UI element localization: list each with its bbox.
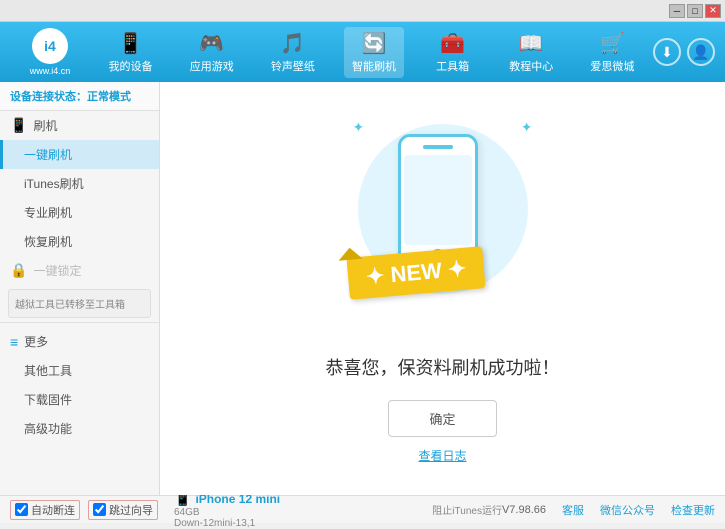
ringtone-icon: 🎵: [280, 31, 305, 56]
weidian-icon: 🛒: [600, 31, 625, 56]
status-label: 设备连接状态：: [10, 91, 87, 103]
sidebar: 设备连接状态：正常模式 📱 刷机 一键刷机 iTunes刷机 专业刷机 恢复刷机…: [0, 82, 160, 495]
nav-ringtone-wallpaper[interactable]: 🎵 铃声壁纸: [263, 27, 323, 78]
header: i4 www.i4.cn 📱 我的设备 🎮 应用游戏 🎵 铃声壁纸 🔄 智能刷机…: [0, 22, 725, 82]
phone-screen: [404, 155, 472, 245]
version-label: V7.98.66: [502, 504, 546, 516]
success-title: 恭喜您，保资料刷机成功啦！: [326, 354, 560, 380]
minimize-button[interactable]: ─: [669, 4, 685, 18]
tutorial-label: 教程中心: [509, 58, 553, 74]
new-badge-text: NEW: [389, 257, 442, 286]
nav-apps-games[interactable]: 🎮 应用游戏: [182, 27, 242, 78]
user-button[interactable]: 👤: [687, 38, 715, 66]
home-link[interactable]: 查看日志: [418, 447, 466, 464]
nav-tutorial[interactable]: 📖 教程中心: [501, 27, 561, 78]
bottom-left: 自动断连 跳过向导 📱 iPhone 12 mini 64GB Down-12m…: [10, 490, 432, 529]
logo-url: www.i4.cn: [30, 66, 71, 76]
unlock-label: 一键锁定: [33, 262, 81, 279]
bottom-bar: 自动断连 跳过向导 📱 iPhone 12 mini 64GB Down-12m…: [0, 495, 725, 523]
apps-games-icon: 🎮: [199, 31, 224, 56]
smart-flash-icon: 🔄: [362, 31, 387, 56]
more-section: ≡ 更多 其他工具 下载固件 高级功能: [0, 327, 159, 443]
my-device-label: 我的设备: [109, 58, 153, 74]
unlock-section-header: 🔒 一键锁定: [0, 256, 159, 285]
close-button[interactable]: ✕: [705, 4, 721, 18]
sidebar-item-one-key-flash[interactable]: 一键刷机: [0, 140, 159, 169]
sidebar-item-pro-flash[interactable]: 专业刷机: [0, 198, 159, 227]
ringtone-label: 铃声壁纸: [271, 58, 315, 74]
restore-button[interactable]: □: [687, 4, 703, 18]
new-badge: ✦ NEW ✦: [346, 246, 486, 300]
nav-my-device[interactable]: 📱 我的设备: [101, 27, 161, 78]
apps-games-label: 应用游戏: [190, 58, 234, 74]
sidebar-item-advanced[interactable]: 高级功能: [0, 414, 159, 443]
weidian-label: 爱思微城: [590, 58, 634, 74]
content-area: ✦ ✦ ✦ NEW ✦ 恭喜您，保资料刷机成功啦！ 确定 查看日志: [160, 82, 725, 495]
wechat-public-link[interactable]: 微信公众号: [600, 502, 655, 518]
more-icon: ≡: [10, 334, 18, 350]
flash-section-label: 刷机: [33, 117, 57, 134]
nav-toolbox[interactable]: 🧰 工具箱: [425, 27, 480, 78]
sidebar-item-itunes-flash[interactable]: iTunes刷机: [0, 169, 159, 198]
phone-speaker: [423, 145, 453, 149]
status-bar: 设备连接状态：正常模式: [0, 82, 159, 111]
new-badge-star-right: ✦: [446, 255, 467, 282]
sparkle-right-icon: ✦: [521, 119, 533, 136]
sparkle-left-icon: ✦: [353, 119, 365, 136]
title-bar: ─ □ ✕: [0, 0, 725, 22]
nav-weidian[interactable]: 🛒 爱思微城: [582, 27, 642, 78]
new-badge-star-left: ✦: [365, 262, 386, 289]
skip-wizard-label: 跳过向导: [109, 502, 153, 518]
sidebar-item-other-tools[interactable]: 其他工具: [0, 356, 159, 385]
header-right: ⬇ 👤: [653, 38, 715, 66]
customer-service-link[interactable]: 客服: [562, 502, 584, 518]
more-label: 更多: [24, 333, 48, 350]
flash-section-header[interactable]: 📱 刷机: [0, 111, 159, 140]
toolbox-icon: 🧰: [440, 31, 465, 56]
nav-smart-flash[interactable]: 🔄 智能刷机: [344, 27, 404, 78]
sidebar-item-restore-flash[interactable]: 恢复刷机: [0, 227, 159, 256]
device-storage: 64GB: [174, 507, 280, 518]
auto-connect-input[interactable]: [15, 503, 28, 516]
unlock-section: 🔒 一键锁定 越狱工具已转移至工具箱: [0, 256, 159, 318]
auto-connect-checkbox[interactable]: 自动断连: [10, 500, 80, 520]
bottom-right: V7.98.66 客服 微信公众号 检查更新: [502, 502, 715, 518]
toolbox-label: 工具箱: [436, 58, 469, 74]
logo[interactable]: i4 www.i4.cn: [10, 28, 90, 76]
my-device-icon: 📱: [118, 31, 143, 56]
logo-circle: i4: [32, 28, 68, 64]
status-value: 正常模式: [87, 91, 131, 103]
flash-section: 📱 刷机 一键刷机 iTunes刷机 专业刷机 恢复刷机: [0, 111, 159, 256]
flash-section-icon: 📱: [10, 117, 27, 134]
confirm-button[interactable]: 确定: [388, 400, 496, 437]
auto-connect-label: 自动断连: [31, 502, 75, 518]
nav-items: 📱 我的设备 🎮 应用游戏 🎵 铃声壁纸 🔄 智能刷机 🧰 工具箱 📖 教程中心…: [90, 27, 653, 78]
check-update-link[interactable]: 检查更新: [671, 502, 715, 518]
skip-wizard-input[interactable]: [93, 503, 106, 516]
more-section-header[interactable]: ≡ 更多: [0, 327, 159, 356]
logo-letter: i4: [44, 38, 56, 54]
smart-flash-label: 智能刷机: [352, 58, 396, 74]
lock-icon: 🔒: [10, 262, 27, 279]
device-model: Down-12mini-13,1: [174, 518, 280, 529]
sidebar-divider: [0, 322, 159, 323]
itunes-status: 阻止iTunes运行: [432, 502, 502, 517]
sidebar-item-download-firmware[interactable]: 下载固件: [0, 385, 159, 414]
main-layout: 设备连接状态：正常模式 📱 刷机 一键刷机 iTunes刷机 专业刷机 恢复刷机…: [0, 82, 725, 495]
skip-wizard-checkbox[interactable]: 跳过向导: [88, 500, 158, 520]
download-button[interactable]: ⬇: [653, 38, 681, 66]
tutorial-icon: 📖: [519, 31, 544, 56]
device-info: 📱 iPhone 12 mini 64GB Down-12mini-13,1: [174, 490, 280, 529]
phone-illustration: ✦ ✦ ✦ NEW ✦: [343, 114, 543, 334]
sidebar-notice: 越狱工具已转移至工具箱: [8, 289, 151, 318]
